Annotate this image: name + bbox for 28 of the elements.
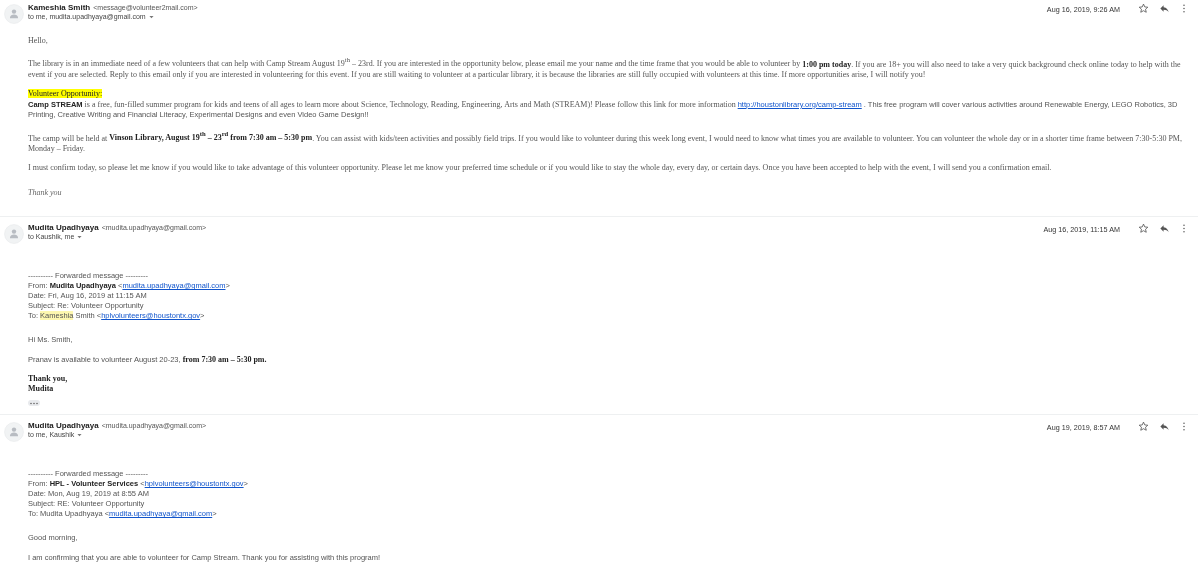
avatar-icon	[4, 422, 24, 443]
avatar-icon	[4, 4, 24, 24]
caret-icon[interactable]	[77, 234, 83, 239]
star-icon[interactable]	[1138, 223, 1149, 235]
sender-name: Kameshia Smith	[28, 3, 91, 12]
more-icon[interactable]	[1182, 421, 1186, 433]
sender-name: Mudita Upadhyaya	[28, 223, 99, 233]
highlighted-heading: Volunteer Opportunity:	[28, 89, 104, 100]
text-line: Mudita	[28, 384, 55, 395]
star-icon[interactable]	[1138, 421, 1149, 433]
paragraph: I must confirm today, so please let me know if you would like to take advantage of this volunteer opportunity. Please let me know your preferred time schedule or if you would like to stay the whole day, every day, or certain days. Once you have been accepted to help with the event, I will send you a confirmation email.	[28, 163, 1053, 174]
dots-icon	[29, 401, 39, 405]
caret-icon[interactable]	[148, 14, 154, 19]
text-line: Thank you,	[28, 374, 69, 385]
star-icon[interactable]	[1138, 3, 1149, 14]
signature-text: Thank you	[28, 187, 63, 199]
reply-icon[interactable]	[1159, 223, 1170, 235]
avatar-icon	[4, 224, 24, 245]
paragraph: Hello,	[28, 36, 49, 47]
caret-icon[interactable]	[77, 432, 83, 437]
more-icon[interactable]	[1182, 3, 1186, 14]
reply-icon[interactable]	[1159, 3, 1170, 14]
paragraph: The library is in an immediate need of a few volunteers that can help with Camp Stream August 19$^{th}$ – 23rd. If you are interested in the opportunity below, please email me your name and the time frame that you would be able to volunteer by 1:00 pm today. If you are 18+ you will also need to take a very quick background check online today to help with the event if you are selected. Reply to this email only if you are interested in volunteering for this event. If you are still waiting to volunteer at a particular library, it is because the libraries are still fully occupied with volunteers at this time. If more opportunities arise, I will notify you!	[28, 55, 1182, 81]
show-trimmed-button[interactable]	[28, 400, 40, 407]
paragraph: The camp will be held at Vinson Library, August 19$^{th}$ – 23$^{rd}$ from 7:30 am – 5:30 pm. You can assist with kids/teen activities and possibly field trips. If you would like to volunteer during this week long event, I would need to know what times you are available to volunteer. You can volunteer the whole day or in a shorter time frame between 7:30-5:30 PM, Monday – Friday.	[28, 129, 1183, 155]
more-icon[interactable]	[1182, 223, 1186, 235]
sender-name: Mudita Upadhyaya	[28, 421, 99, 431]
reply-icon[interactable]	[1159, 421, 1170, 433]
